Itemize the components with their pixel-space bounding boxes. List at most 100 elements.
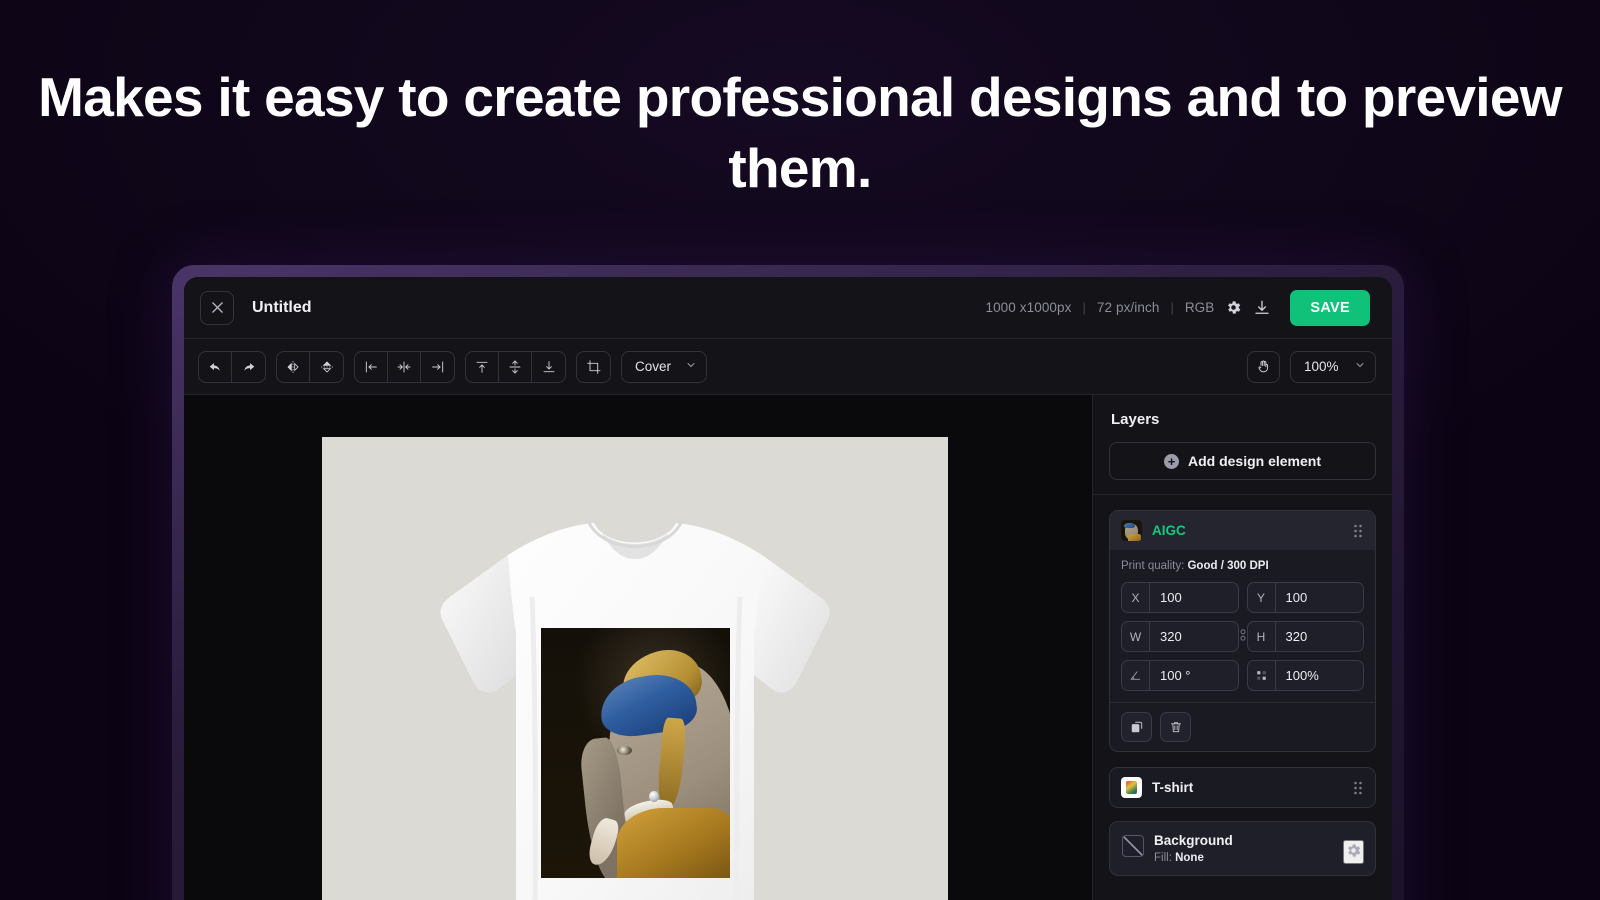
layer-name-tshirt: T-shirt: [1152, 780, 1194, 795]
width-label: W: [1122, 622, 1150, 651]
design-element-image[interactable]: [541, 628, 730, 878]
zoom-select[interactable]: 100%: [1290, 350, 1376, 383]
gear-icon[interactable]: [1225, 299, 1242, 316]
gear-icon[interactable]: [1343, 840, 1364, 864]
chevron-down-icon: [685, 359, 697, 374]
page-title: Makes it easy to create professional des…: [38, 66, 1562, 199]
width-field[interactable]: W 320: [1121, 621, 1239, 652]
layers-panel-title: Layers: [1111, 411, 1160, 428]
flip-button-group: [276, 350, 344, 383]
delete-icon[interactable]: [1160, 712, 1191, 742]
canvas-dimensions: 1000 x1000px: [985, 300, 1072, 315]
chevron-down-icon: [1354, 359, 1366, 374]
separator-2: |: [1170, 300, 1174, 315]
align-middle-vertical-icon[interactable]: [499, 351, 532, 382]
crop-icon[interactable]: [577, 352, 610, 382]
size-field-row: W 320 H 320: [1121, 621, 1364, 652]
layer-header-tshirt[interactable]: T-shirt: [1110, 768, 1375, 807]
transform-field-row: 100 ° 100%: [1121, 660, 1364, 691]
history-button-group: [198, 350, 266, 383]
y-position-field[interactable]: Y 100: [1246, 582, 1364, 613]
color-mode: RGB: [1184, 300, 1215, 315]
drag-handle-icon[interactable]: [1352, 523, 1364, 539]
print-quality: Print quality: Good / 300 DPI: [1121, 560, 1364, 572]
background-fill: Fill: None: [1154, 852, 1233, 864]
crop-group: [576, 350, 611, 383]
x-position-label: X: [1122, 583, 1150, 612]
tshirt-thumbnail: [1121, 777, 1142, 798]
canvas-resolution: 72 px/inch: [1096, 300, 1160, 315]
app-window: Untitled 1000 x1000px | 72 px/inch | RGB: [184, 277, 1392, 900]
link-dimensions-icon[interactable]: [1238, 628, 1247, 645]
undo-icon[interactable]: [199, 351, 232, 382]
separator-1: |: [1082, 300, 1086, 315]
save-button[interactable]: SAVE: [1290, 289, 1370, 326]
align-center-horizontal-icon[interactable]: [388, 351, 421, 382]
x-position-value: 100: [1160, 590, 1182, 605]
plus-icon: +: [1163, 453, 1179, 469]
layer-item-tshirt[interactable]: T-shirt: [1109, 767, 1376, 808]
position-field-row: X 100 Y 100: [1121, 582, 1364, 613]
fit-mode-select[interactable]: Cover: [621, 350, 707, 383]
layer-header-aigc[interactable]: AIGC: [1110, 511, 1375, 550]
layers-panel: Layers + Add design element AIGC Print q…: [1092, 395, 1392, 900]
angle-icon: [1122, 661, 1150, 690]
download-icon[interactable]: [1253, 299, 1271, 317]
layer-actions: [1110, 702, 1375, 751]
height-label: H: [1248, 622, 1276, 651]
aigc-thumbnail: [1121, 520, 1142, 541]
align-top-icon[interactable]: [466, 351, 499, 382]
flip-vertical-icon[interactable]: [310, 352, 343, 382]
opacity-field[interactable]: 100%: [1246, 660, 1364, 691]
height-value: 320: [1285, 629, 1308, 644]
x-position-field[interactable]: X 100: [1121, 582, 1239, 613]
height-field[interactable]: H 320: [1246, 621, 1364, 652]
zoom-value: 100%: [1304, 359, 1339, 374]
aigc-thumbnail-art: [1121, 520, 1142, 541]
elephant-eye: [616, 745, 632, 755]
align-right-icon[interactable]: [421, 352, 454, 382]
print-quality-value: Good / 300 DPI: [1187, 560, 1269, 572]
zoom-controls: 100%: [1247, 350, 1376, 383]
gold-robe: [616, 808, 730, 878]
width-value: 320: [1160, 629, 1182, 644]
background-fill-value: None: [1175, 852, 1204, 864]
layer-item-aigc[interactable]: AIGC Print quality: Good / 300 DPI X 100…: [1109, 510, 1376, 752]
rotation-field[interactable]: 100 °: [1121, 660, 1239, 691]
redo-icon[interactable]: [232, 352, 265, 382]
editor-toolbar: Cover 100%: [184, 339, 1392, 395]
opacity-value: 100%: [1285, 668, 1319, 683]
align-bottom-icon[interactable]: [532, 352, 565, 382]
document-title[interactable]: Untitled: [252, 299, 312, 317]
editor-body: Layers + Add design element AIGC Print q…: [184, 395, 1392, 900]
artboard[interactable]: [322, 437, 948, 900]
layer-name-aigc: AIGC: [1152, 523, 1186, 538]
opacity-icon: [1248, 661, 1276, 690]
align-vertical-group: [465, 350, 566, 383]
y-position-label: Y: [1248, 583, 1276, 612]
background-fill-label: Fill:: [1154, 852, 1172, 864]
page-root: Makes it easy to create professional des…: [0, 0, 1600, 900]
background-text-group: Background Fill: None: [1154, 833, 1233, 864]
rotation-value: 100 °: [1160, 668, 1191, 683]
titlebar-right-group: 1000 x1000px | 72 px/inch | RGB SAVE: [985, 289, 1370, 326]
none-fill-swatch[interactable]: [1122, 835, 1144, 857]
add-design-element-label: Add design element: [1187, 453, 1322, 469]
add-design-element-button[interactable]: + Add design element: [1109, 442, 1376, 480]
y-position-value: 100: [1285, 590, 1308, 605]
canvas-area[interactable]: [184, 395, 1092, 900]
layer-item-background[interactable]: Background Fill: None: [1109, 821, 1376, 876]
close-icon[interactable]: [200, 290, 234, 325]
print-quality-label: Print quality:: [1121, 560, 1185, 572]
device-bezel: Untitled 1000 x1000px | 72 px/inch | RGB: [172, 265, 1404, 900]
app-titlebar: Untitled 1000 x1000px | 72 px/inch | RGB: [184, 277, 1392, 339]
align-horizontal-group: [354, 350, 455, 383]
duplicate-icon[interactable]: [1121, 712, 1152, 742]
align-left-icon[interactable]: [355, 351, 388, 382]
panel-divider: [1093, 494, 1392, 495]
hand-icon[interactable]: [1247, 350, 1280, 383]
flip-horizontal-icon[interactable]: [277, 351, 310, 382]
layer-name-background: Background: [1154, 833, 1233, 848]
drag-handle-icon[interactable]: [1352, 780, 1364, 796]
layer-body-aigc: Print quality: Good / 300 DPI X 100 Y 10…: [1110, 550, 1375, 751]
